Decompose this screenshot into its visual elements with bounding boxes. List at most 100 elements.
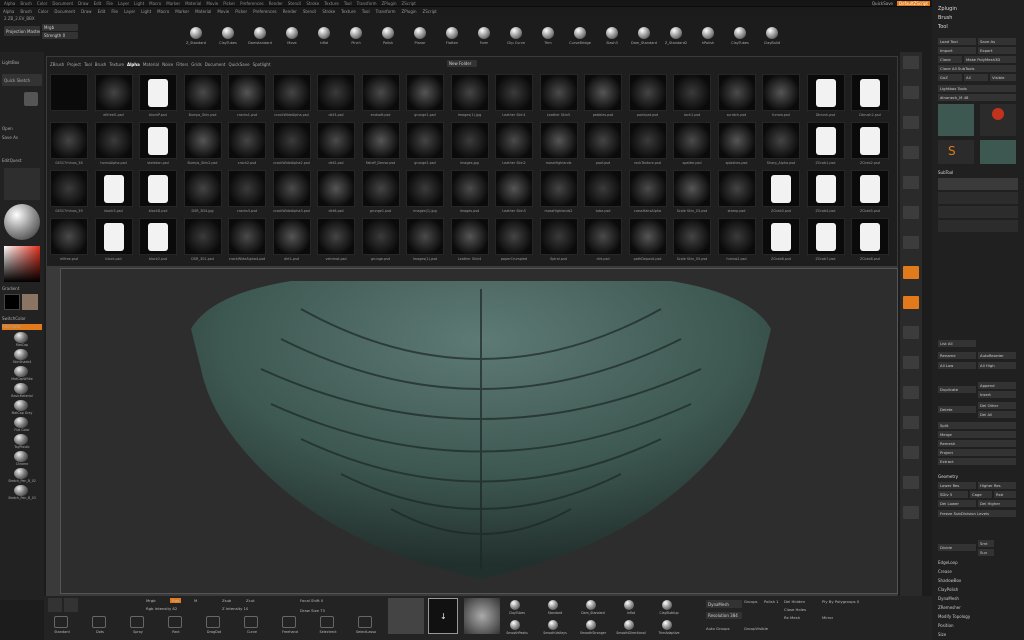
brush-trim[interactable]: Trim: [532, 22, 564, 50]
m-label[interactable]: M: [194, 598, 197, 603]
submenu-item-edit[interactable]: Edit: [98, 9, 106, 14]
geometry-item-claypolish[interactable]: ClayPolish: [938, 587, 958, 592]
tool-header[interactable]: Tool: [938, 24, 948, 30]
submenu-item-tool[interactable]: Tool: [362, 9, 370, 14]
alpha-item[interactable]: scratch.psd: [715, 71, 760, 119]
alpha-item[interactable]: ZGrab1.psd: [804, 119, 849, 167]
geometry-item-crease[interactable]: Crease: [938, 569, 952, 574]
alpha-item[interactable]: ZGrab5.psd: [848, 167, 893, 215]
alpha-item[interactable]: Scale Skin_03.psd: [670, 167, 715, 215]
import-button[interactable]: Import: [938, 47, 976, 54]
save-as-tool-button[interactable]: Save As: [978, 38, 1016, 45]
alpha-item[interactable]: veinmat.psd: [314, 215, 359, 263]
export-button[interactable]: Export: [978, 47, 1016, 54]
alpha-item[interactable]: 04517rhinos_38: [47, 119, 92, 167]
stroke-rect-icon[interactable]: [168, 616, 182, 628]
tool-ghost[interactable]: [903, 416, 919, 429]
alpha-item[interactable]: Bumps_Skin2.psd: [181, 119, 226, 167]
submenu-item-marker[interactable]: Marker: [175, 9, 189, 14]
color-picker[interactable]: [4, 246, 40, 282]
alpha-item[interactable]: Leather Skin5: [537, 71, 582, 119]
submenu-item-color[interactable]: Color: [38, 9, 48, 14]
sdiv-slider[interactable]: SDiv 5: [938, 491, 968, 498]
all-high-button[interactable]: All High: [978, 362, 1016, 369]
material-preview-icon[interactable]: [4, 204, 40, 240]
default-zscript-button[interactable]: DefaultZScript: [897, 1, 930, 6]
geometry-item-dynamesh[interactable]: DynaMesh: [938, 596, 959, 601]
alpha-item[interactable]: hornsAlpha.psd: [92, 119, 137, 167]
tool-scale[interactable]: [903, 326, 919, 339]
alpha-item[interactable]: cracks1.psd: [225, 71, 270, 119]
tool-polyf[interactable]: [903, 506, 919, 519]
tool-thumbs[interactable]: [980, 104, 1016, 136]
alpha-item[interactable]: Spiral.psd: [537, 215, 582, 263]
extract-button[interactable]: Extract: [938, 458, 1016, 465]
tab-zbrush[interactable]: ZBrush: [50, 62, 64, 67]
brush-slash3[interactable]: Slash3: [596, 22, 628, 50]
brush-claytubes[interactable]: ClayTubes: [724, 22, 756, 50]
alpha-item[interactable]: ZGrab3.psd: [759, 167, 804, 215]
zsub-label[interactable]: Zsub: [222, 598, 231, 603]
insert-button[interactable]: Insert: [978, 391, 1016, 398]
alpha-item[interactable]: blockP.psd: [136, 71, 181, 119]
alpha-item[interactable]: Falloff_Dense.psd: [359, 119, 404, 167]
submenu-item-texture[interactable]: Texture: [341, 9, 356, 14]
brush-smoothdirectional[interactable]: [624, 620, 634, 630]
alpha-item[interactable]: poof.psd: [581, 119, 626, 167]
del-lower-button[interactable]: Del Lower: [938, 500, 976, 507]
alpha-item[interactable]: ZGrab4.psd: [804, 167, 849, 215]
alpha-item[interactable]: images(1).jpg: [403, 167, 448, 215]
simplebrush-thumb[interactable]: S: [938, 140, 974, 164]
brush-planar[interactable]: Planar: [404, 22, 436, 50]
alpha-item[interactable]: pebbles.psd: [581, 71, 626, 119]
group-visible-button[interactable]: GroupVisible: [744, 626, 768, 631]
brush-smoothstronger[interactable]: [586, 620, 596, 630]
make-polymesh-button[interactable]: Make PolyMesh3D: [964, 56, 1016, 63]
alpha-item[interactable]: dirt.psd: [581, 215, 626, 263]
open-button[interactable]: Open: [2, 126, 42, 131]
alpha-item[interactable]: grunge2.psd: [403, 119, 448, 167]
new-folder-button[interactable]: New Folder: [447, 60, 477, 67]
tab-brush[interactable]: Brush: [95, 62, 107, 67]
brush-damstandard[interactable]: Damstandard: [244, 22, 276, 50]
alpha-item[interactable]: tube.psd: [581, 167, 626, 215]
menu-item-stencil[interactable]: Stencil: [288, 1, 302, 6]
submenu-item-document[interactable]: Document: [54, 9, 75, 14]
material-matcap gray[interactable]: [14, 400, 28, 411]
geometry-item-edgeloop[interactable]: EdgeLoop: [938, 560, 958, 565]
brush-dam_standard[interactable]: [586, 600, 596, 610]
menu-item-material[interactable]: Material: [185, 1, 201, 6]
submenu-item-zplugin[interactable]: ZPlugin: [402, 9, 417, 14]
alpha-item[interactable]: paintpat.psd: [626, 71, 671, 119]
brush-clip curve[interactable]: Clip Curve: [500, 22, 532, 50]
brush-pinch[interactable]: Pinch: [340, 22, 372, 50]
alpha-item[interactable]: ellfree.psd: [47, 215, 92, 263]
alpha-item[interactable]: crossHairsAlpha: [626, 167, 671, 215]
stroke-standard-icon[interactable]: [54, 616, 68, 628]
geometry-item-modify-topology[interactable]: Modify Topology: [938, 614, 970, 619]
merge-button[interactable]: Merge: [938, 431, 1016, 438]
draw-mode-button[interactable]: [64, 598, 78, 612]
alpha-item[interactable]: Scale Skin_05.psd: [670, 215, 715, 263]
menu-item-zplugin[interactable]: ZPlugin: [382, 1, 397, 6]
alpha-item[interactable]: rock1.psd: [670, 71, 715, 119]
focal-shift-slider[interactable]: Focal Shift 0: [300, 598, 323, 603]
brush-header[interactable]: Brush: [938, 15, 952, 21]
alpha-item[interactable]: rockTexture.psd: [626, 119, 671, 167]
tab-grids[interactable]: Grids: [191, 62, 201, 67]
tab-tool[interactable]: Tool: [84, 62, 92, 67]
alpha-item[interactable]: endsoft.psd: [359, 71, 404, 119]
submenu-item-layer[interactable]: Layer: [124, 9, 135, 14]
polymesh-thumb[interactable]: [980, 140, 1016, 164]
brush-standard[interactable]: [548, 600, 558, 610]
tool-local[interactable]: [903, 206, 919, 219]
submenu-item-render[interactable]: Render: [283, 9, 297, 14]
alpha-preview[interactable]: [4, 168, 40, 200]
brush-flatten[interactable]: Flatten: [436, 22, 468, 50]
save-as-button[interactable]: Save As: [2, 135, 42, 140]
stroke-dots-icon[interactable]: [92, 616, 106, 628]
alternate-button[interactable]: Alternate: [2, 324, 42, 330]
menu-item-stroke[interactable]: Stroke: [306, 1, 319, 6]
tool-rotate[interactable]: [903, 356, 919, 369]
material-chrome[interactable]: [14, 451, 28, 462]
